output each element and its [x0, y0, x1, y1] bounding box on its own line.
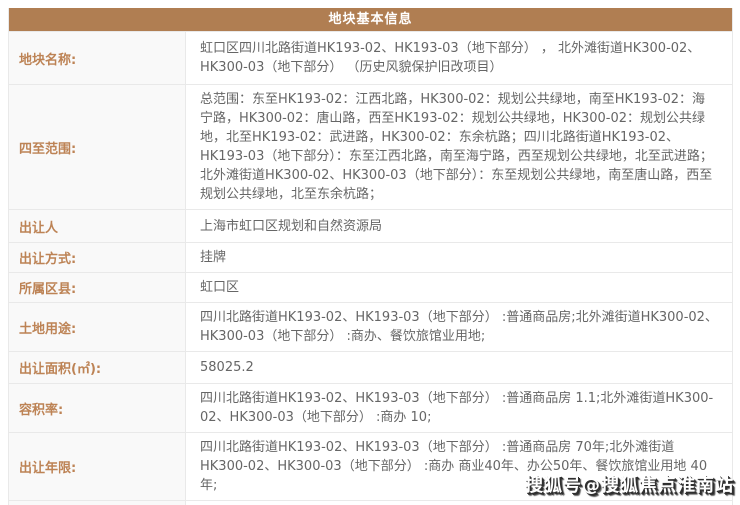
row-label: 出让人 [9, 210, 186, 242]
table-row-transfer-area: 出让面积(㎡): 58025.2 [9, 351, 732, 383]
row-label: 所属区县: [9, 273, 186, 302]
row-label: 出让面积(㎡): [9, 352, 186, 383]
row-label: 当前交易状态: [9, 501, 186, 505]
row-label: 土地用途: [9, 303, 186, 351]
row-value: 挂牌 [186, 243, 732, 272]
row-label: 四至范围: [9, 85, 186, 209]
table-row-boundaries: 四至范围: 总范围：东至HK193-02：江西北路，HK300-02：规划公共绿… [9, 84, 732, 209]
row-value: 总范围：东至HK193-02：江西北路，HK300-02：规划公共绿地，南至HK… [186, 85, 732, 209]
table-row-transferor: 出让人 上海市虹口区规划和自然资源局 [9, 209, 732, 242]
page: 地块基本信息 地块名称: 虹口区四川北路街道HK193-02、HK193-03（… [0, 0, 740, 505]
table-title: 地块基本信息 [9, 8, 732, 31]
row-label: 出让方式: [9, 243, 186, 272]
row-value: 58025.2 [186, 353, 732, 382]
row-label: 地块名称: [9, 32, 186, 84]
row-value: 虹口区四川北路街道HK193-02、HK193-03（地下部分） ， 北外滩街道… [186, 34, 732, 82]
row-value: 四川北路街道HK193-02、HK193-03（地下部分） :普通商品房 1.1… [186, 384, 732, 432]
table-row-transfer-method: 出让方式: 挂牌 [9, 242, 732, 272]
row-value: 虹口区 [186, 273, 732, 302]
row-label: 出让年限: [9, 433, 186, 500]
row-value: 四川北路街道HK193-02、HK193-03（地下部分） :普通商品房;北外滩… [186, 303, 732, 351]
table-row-land-use: 土地用途: 四川北路街道HK193-02、HK193-03（地下部分） :普通商… [9, 302, 732, 351]
row-label: 容积率: [9, 384, 186, 432]
sohu-watermark: 搜狐号@搜狐焦点淮南站 [525, 471, 734, 497]
table-row-parcel-name: 地块名称: 虹口区四川北路街道HK193-02、HK193-03（地下部分） ，… [9, 31, 732, 84]
table-row-plot-ratio: 容积率: 四川北路街道HK193-02、HK193-03（地下部分） :普通商品… [9, 383, 732, 432]
parcel-info-table: 地块基本信息 地块名称: 虹口区四川北路街道HK193-02、HK193-03（… [8, 8, 733, 505]
row-value: 上海市虹口区规划和自然资源局 [186, 212, 732, 241]
table-row-district: 所属区县: 虹口区 [9, 272, 732, 302]
table-row-transaction-status: 当前交易状态: 成交 [9, 500, 732, 505]
